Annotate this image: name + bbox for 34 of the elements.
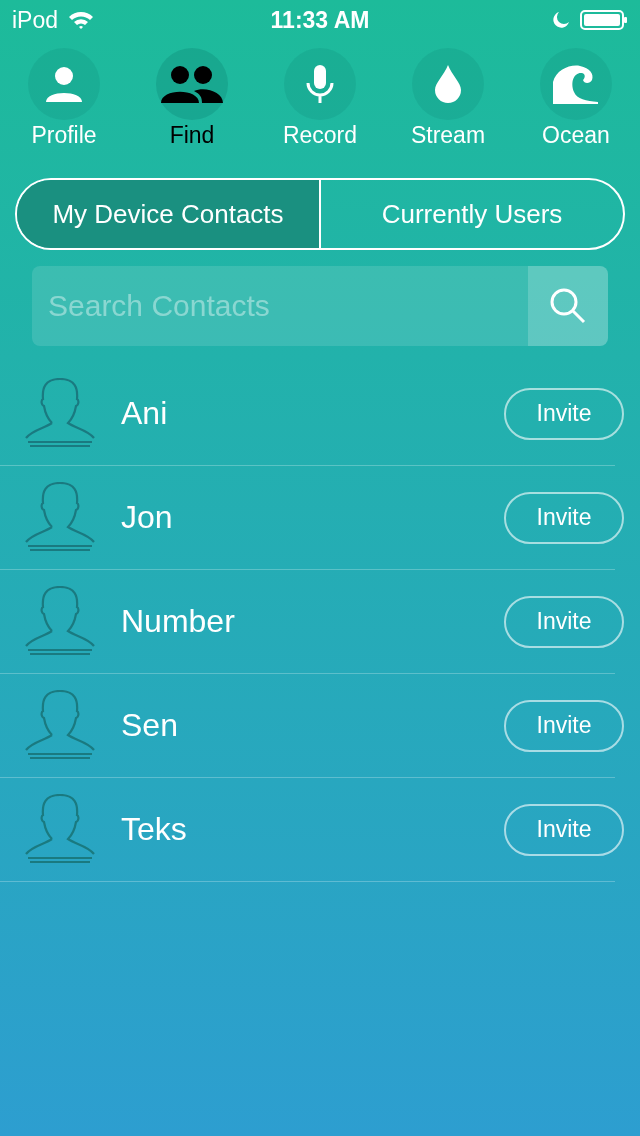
nav-label: Profile	[31, 122, 97, 149]
wifi-icon	[68, 10, 95, 30]
person-icon	[44, 64, 84, 104]
invite-button[interactable]: Invite	[504, 699, 624, 752]
nav-label: Stream	[410, 122, 486, 149]
invite-button[interactable]: Invite	[504, 803, 624, 856]
contact-name: Jon	[121, 499, 174, 536]
microphone-icon	[305, 65, 335, 103]
nav-label: Ocean	[542, 122, 610, 149]
avatar-icon	[25, 585, 95, 658]
carrier-name: iPod	[12, 6, 59, 34]
avatar-icon	[25, 481, 95, 554]
drop-icon	[434, 65, 462, 103]
avatar-icon	[25, 689, 95, 762]
status-time: 11:33 AM	[270, 6, 370, 34]
contact-name: Sen	[121, 707, 179, 744]
invite-button[interactable]: Invite	[504, 387, 624, 440]
wave-icon	[552, 64, 600, 104]
segment-tab[interactable]: My Device Contacts	[17, 180, 319, 248]
nav-label: Find	[169, 122, 215, 149]
contact-name: Ani	[121, 395, 169, 432]
nav-label: Record	[282, 122, 358, 149]
search-icon	[549, 287, 587, 325]
battery-icon	[580, 10, 628, 30]
avatar-icon	[25, 377, 95, 450]
invite-button[interactable]: Invite	[504, 595, 624, 648]
moon-icon	[552, 11, 570, 29]
contact-name: Teks	[121, 811, 188, 848]
search-button[interactable]	[528, 266, 608, 346]
contact-name: Number	[121, 603, 236, 640]
avatar-icon	[25, 793, 95, 866]
people-icon	[160, 64, 224, 104]
segment-tab[interactable]: Currently Users	[319, 180, 623, 248]
invite-button[interactable]: Invite	[504, 491, 624, 544]
